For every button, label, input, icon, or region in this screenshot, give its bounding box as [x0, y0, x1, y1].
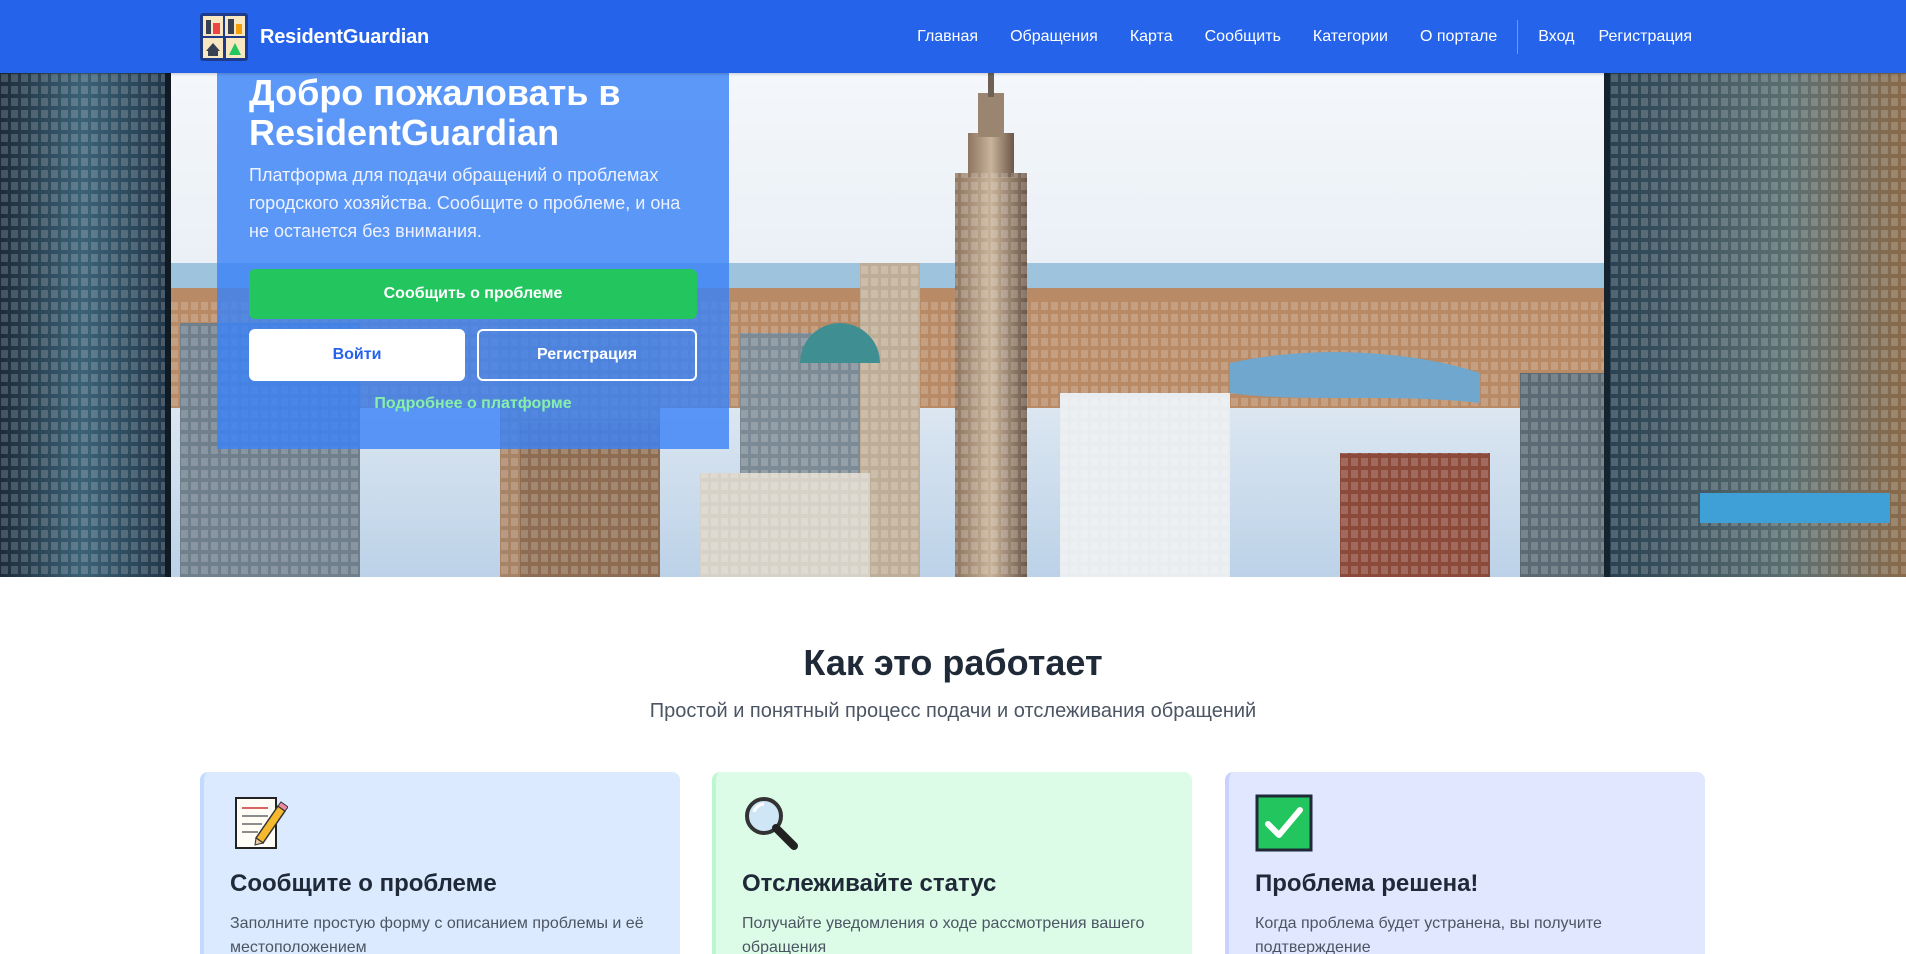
step-text: Когда проблема будет устранена, вы получ… [1255, 915, 1602, 954]
nav-home[interactable]: Главная [917, 28, 978, 46]
report-problem-button[interactable]: Сообщить о проблеме [249, 269, 697, 319]
memo-pencil-icon [235, 797, 288, 849]
nav-requests[interactable]: Обращения [1010, 28, 1098, 46]
step-text: Заполните простую форму с описанием проб… [230, 915, 644, 954]
step-title: Проблема решена! [1255, 870, 1479, 897]
nav-about[interactable]: О портале [1420, 28, 1497, 46]
nav-login[interactable]: Вход [1538, 28, 1574, 46]
hero-description: Платформа для подачи обращений о проблем… [249, 165, 681, 241]
magnifier-icon [745, 797, 798, 850]
how-it-works-subtitle: Простой и понятный процесс подачи и отсл… [649, 700, 1257, 722]
step-card-report: Сообщите о проблеме Заполните простую фо… [200, 772, 680, 954]
hero-section: Добро пожаловать в ResidentGuardian Плат… [0, 73, 1906, 577]
nav-register[interactable]: Регистрация [1598, 28, 1692, 46]
nav-categories[interactable]: Категории [1313, 28, 1388, 46]
step-card-track: Отслеживайте статус Получайте уведомлени… [712, 772, 1192, 954]
hero-card: Добро пожаловать в ResidentGuardian Плат… [217, 73, 729, 449]
register-button[interactable]: Регистрация [477, 329, 697, 381]
nav-map[interactable]: Карта [1130, 28, 1173, 46]
step-title: Отслеживайте статус [742, 870, 997, 897]
nav-divider [1517, 19, 1519, 54]
city-logo-icon [200, 13, 248, 61]
more-about-platform-link[interactable]: Подробнее о платформе [249, 395, 697, 413]
main-nav: Главная Обращения Карта Сообщить Категор… [917, 0, 1692, 73]
checkmark-icon [1255, 794, 1313, 852]
brand-name: ResidentGuardian [260, 25, 430, 48]
brand-link[interactable]: ResidentGuardian [200, 13, 429, 61]
how-it-works-title: Как это работает [803, 642, 1103, 683]
login-button[interactable]: Войти [249, 329, 465, 381]
hero-title: Добро пожаловать в ResidentGuardian [249, 73, 621, 153]
nav-report[interactable]: Сообщить [1205, 28, 1281, 46]
step-text: Получайте уведомления о ходе рассмотрени… [742, 915, 1145, 954]
step-title: Сообщите о проблеме [230, 870, 497, 897]
navbar: ResidentGuardian Главная Обращения Карта… [0, 0, 1906, 73]
step-card-resolved: Проблема решена! Когда проблема будет ус… [1225, 772, 1705, 954]
